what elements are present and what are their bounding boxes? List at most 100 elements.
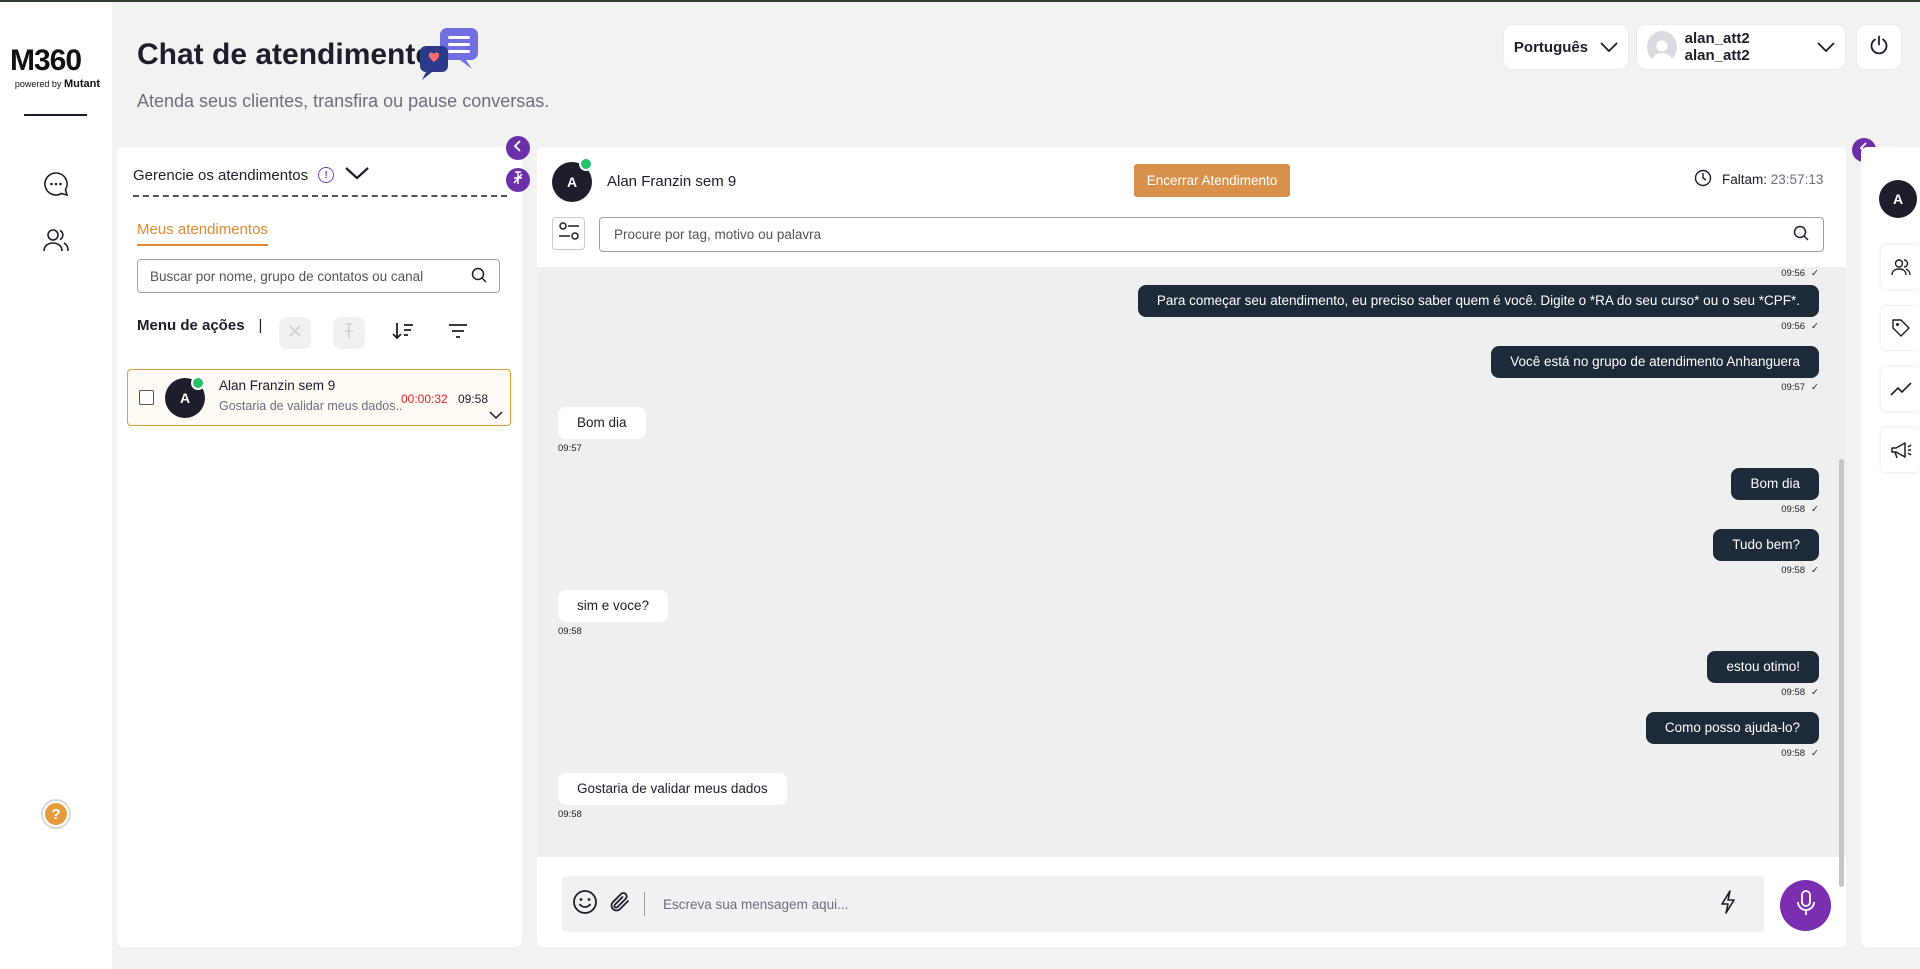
actions-label: Menu de ações	[137, 317, 245, 334]
message-outgoing: Você está no grupo de atendimento Anhang…	[1491, 346, 1819, 393]
message-text: Bom dia	[558, 407, 646, 439]
contact-sidebar: A	[1861, 147, 1920, 947]
sort-icon	[392, 322, 414, 345]
message-outgoing: estou otimo! 09:58 ✓	[1707, 651, 1819, 698]
remaining-label: Faltam:	[1722, 172, 1768, 187]
messages-scrollbar[interactable]	[1839, 459, 1844, 887]
pin-panel-button[interactable]	[506, 168, 530, 192]
conversation-card[interactable]: A Alan Franzin sem 9 Gostaria de validar…	[127, 369, 511, 426]
megaphone-icon[interactable]	[1881, 428, 1920, 472]
users-icon[interactable]	[40, 224, 72, 256]
language-select[interactable]: Português	[1503, 24, 1629, 70]
record-audio-button[interactable]	[1780, 880, 1831, 931]
pin-action-button[interactable]	[333, 317, 365, 349]
manage-dropdown[interactable]: Gerencie os atendimentos !	[133, 161, 507, 197]
manage-label: Gerencie os atendimentos	[133, 166, 309, 184]
nav-rail: M360 powered by Mutant ?	[0, 2, 112, 969]
lightning-icon[interactable]	[1720, 889, 1736, 919]
message-time: 09:58	[1781, 565, 1806, 576]
contact-name: Alan Franzin sem 9	[219, 378, 336, 393]
check-icon: ✓	[1811, 382, 1819, 393]
message-text: Como posso ajuda-lo?	[1645, 712, 1819, 744]
pin-icon	[512, 170, 524, 190]
microphone-icon	[1796, 890, 1816, 921]
chevron-down-icon	[344, 166, 370, 184]
message-text: estou otimo!	[1707, 651, 1819, 683]
attach-icon[interactable]	[608, 890, 632, 919]
chevron-down-icon	[1817, 39, 1835, 56]
chat-search-input[interactable]: Procure por tag, motivo ou palavra	[599, 217, 1824, 252]
logo-main: M360	[10, 44, 82, 77]
logo-powered-by: powered by Mutant	[10, 78, 106, 90]
whatsapp-badge-icon	[579, 157, 593, 171]
message-composer: Escreva sua mensagem aqui...	[562, 876, 1764, 932]
user-avatar	[1647, 31, 1677, 63]
search-icon	[1793, 225, 1809, 244]
message-time: 09:58	[558, 626, 582, 637]
logo-powered-text: powered by	[14, 79, 62, 89]
chevron-down-icon	[1600, 39, 1618, 56]
tab-my-conversations[interactable]: Meus atendimentos	[137, 221, 268, 246]
filter-icon	[448, 323, 468, 343]
language-label: Português	[1513, 38, 1589, 56]
check-icon: ✓	[1811, 565, 1819, 576]
pin-icon	[342, 322, 356, 344]
trending-icon[interactable]	[1881, 367, 1920, 411]
message-text: Tudo bem?	[1713, 529, 1819, 561]
rail-divider	[24, 114, 87, 116]
users-icon[interactable]	[1881, 245, 1920, 289]
end-conversation-button[interactable]: Encerrar Atendimento	[1134, 164, 1290, 197]
check-icon: ✓	[1811, 748, 1819, 759]
conversation-search-input[interactable]: Buscar por nome, grupo de contatos ou ca…	[137, 259, 500, 293]
conversations-panel: Gerencie os atendimentos ! Meus atendime…	[117, 147, 522, 947]
message-incoming: Gostaria de validar meus dados 09:58	[558, 773, 787, 820]
chat-illustration-icon	[418, 28, 480, 82]
message-outgoing: Como posso ajuda-lo? 09:58 ✓	[1645, 712, 1819, 759]
message-time: 09:58	[1781, 748, 1806, 759]
messages-area: 09:56 ✓ Para começar seu atendimento, eu …	[537, 267, 1846, 857]
contact-avatar[interactable]: A	[1879, 180, 1917, 218]
message-time: 09:57	[1781, 382, 1806, 393]
page-title: Chat de atendimento	[137, 38, 434, 71]
message-incoming: sim e voce? 09:58	[558, 590, 669, 637]
actions-menu: Menu de ações |	[137, 317, 262, 334]
user-menu[interactable]: alan_att2 alan_att2	[1636, 24, 1846, 70]
clock-icon	[1694, 169, 1712, 190]
filter-button[interactable]	[442, 317, 474, 349]
chevron-left-icon	[513, 139, 523, 157]
actions-separator: |	[258, 317, 263, 334]
message-time: 09:57	[558, 443, 582, 454]
collapse-left-panel-button[interactable]	[506, 136, 530, 160]
conversation-timer: 00:00:32	[401, 392, 448, 406]
composer-divider	[644, 892, 645, 916]
close-icon	[288, 324, 302, 343]
message-time: 09:58	[558, 809, 582, 820]
message-preview: Gostaria de validar meus dados..	[219, 399, 403, 413]
search-icon	[471, 267, 487, 286]
remaining-time: Faltam: 23:57:13	[1694, 169, 1823, 190]
chevron-down-icon[interactable]	[489, 406, 503, 424]
info-icon[interactable]: !	[318, 167, 335, 183]
check-icon: ✓	[1811, 321, 1819, 332]
tag-icon[interactable]	[1881, 306, 1920, 350]
message-input[interactable]: Escreva sua mensagem aqui...	[663, 897, 1720, 912]
conversation-checkbox[interactable]	[139, 390, 154, 405]
chat-search-placeholder: Procure por tag, motivo ou palavra	[614, 227, 822, 242]
whatsapp-badge-icon	[191, 376, 205, 390]
message-text: Você está no grupo de atendimento Anhang…	[1491, 346, 1819, 378]
chat-bubble-icon[interactable]	[40, 168, 72, 200]
message-time: 09:56	[1781, 321, 1806, 332]
message-time: 09:58	[1781, 504, 1806, 515]
chat-filter-button[interactable]	[552, 217, 585, 250]
logout-button[interactable]	[1856, 24, 1902, 70]
message-meta-partial: 09:56 ✓	[1781, 267, 1819, 279]
user-name: alan_att2 alan_att2	[1684, 30, 1750, 64]
top-border	[0, 0, 1920, 2]
message-outgoing: Bom dia 09:58 ✓	[1731, 468, 1819, 515]
help-icon[interactable]: ?	[41, 799, 71, 829]
check-icon: ✓	[1811, 268, 1819, 279]
contact-name: Alan Franzin sem 9	[607, 173, 737, 190]
sort-button[interactable]	[387, 317, 419, 349]
emoji-icon[interactable]	[572, 889, 598, 920]
close-action-button[interactable]	[279, 317, 311, 349]
